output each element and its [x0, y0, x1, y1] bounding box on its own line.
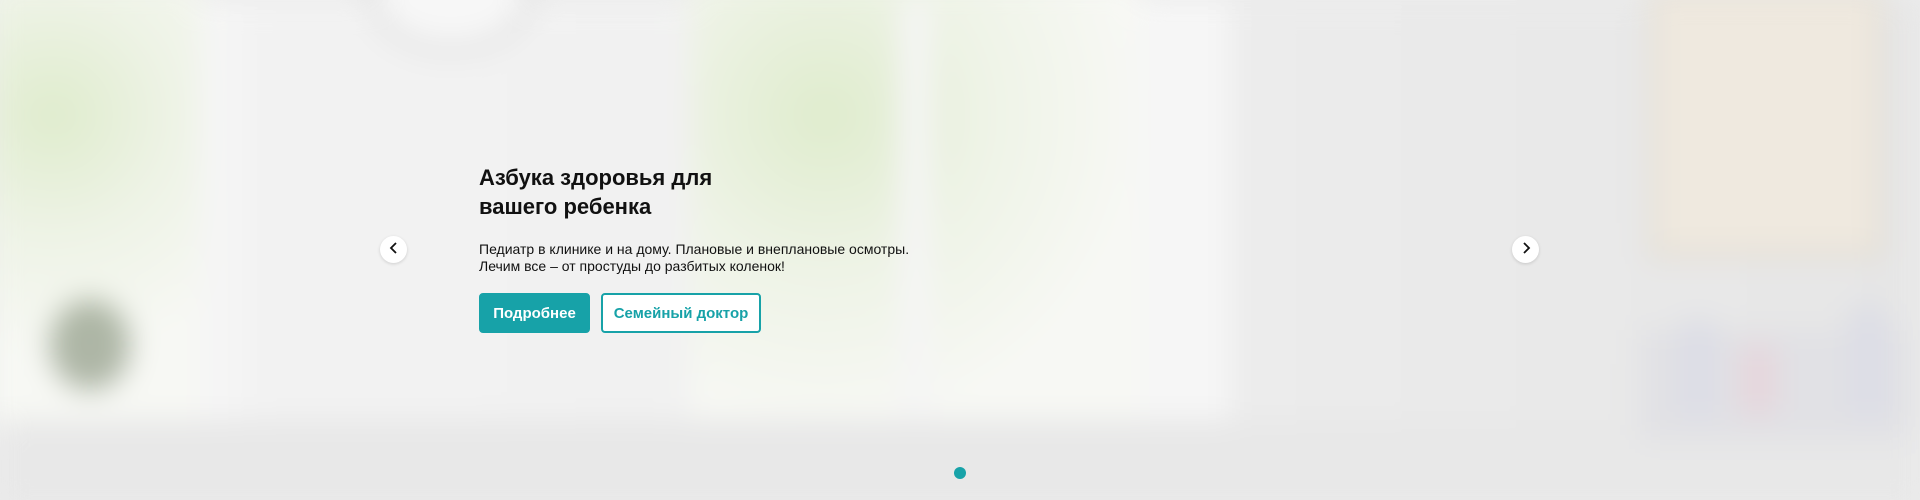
- carousel-prev-button[interactable]: [380, 236, 407, 263]
- slide-content: Азбука здоровья для вашего ребенка Педиа…: [479, 163, 999, 333]
- slide-title: Азбука здоровья для вашего ребенка: [479, 165, 713, 219]
- slide-buttons: Подробнее Семейный доктор: [479, 293, 999, 333]
- carousel-pagination: [954, 467, 966, 479]
- more-info-button[interactable]: Подробнее: [479, 293, 590, 333]
- carousel-dot-active[interactable]: [954, 467, 966, 479]
- slide-subtitle: Педиатр в клинике и на дому. Плановые и …: [479, 241, 910, 274]
- chevron-left-icon: [388, 241, 400, 259]
- family-doctor-button[interactable]: Семейный доктор: [601, 293, 761, 333]
- carousel-next-button[interactable]: [1512, 236, 1539, 263]
- hero-slider: Азбука здоровья для вашего ребенка Педиа…: [0, 0, 1920, 500]
- chevron-right-icon: [1520, 241, 1532, 259]
